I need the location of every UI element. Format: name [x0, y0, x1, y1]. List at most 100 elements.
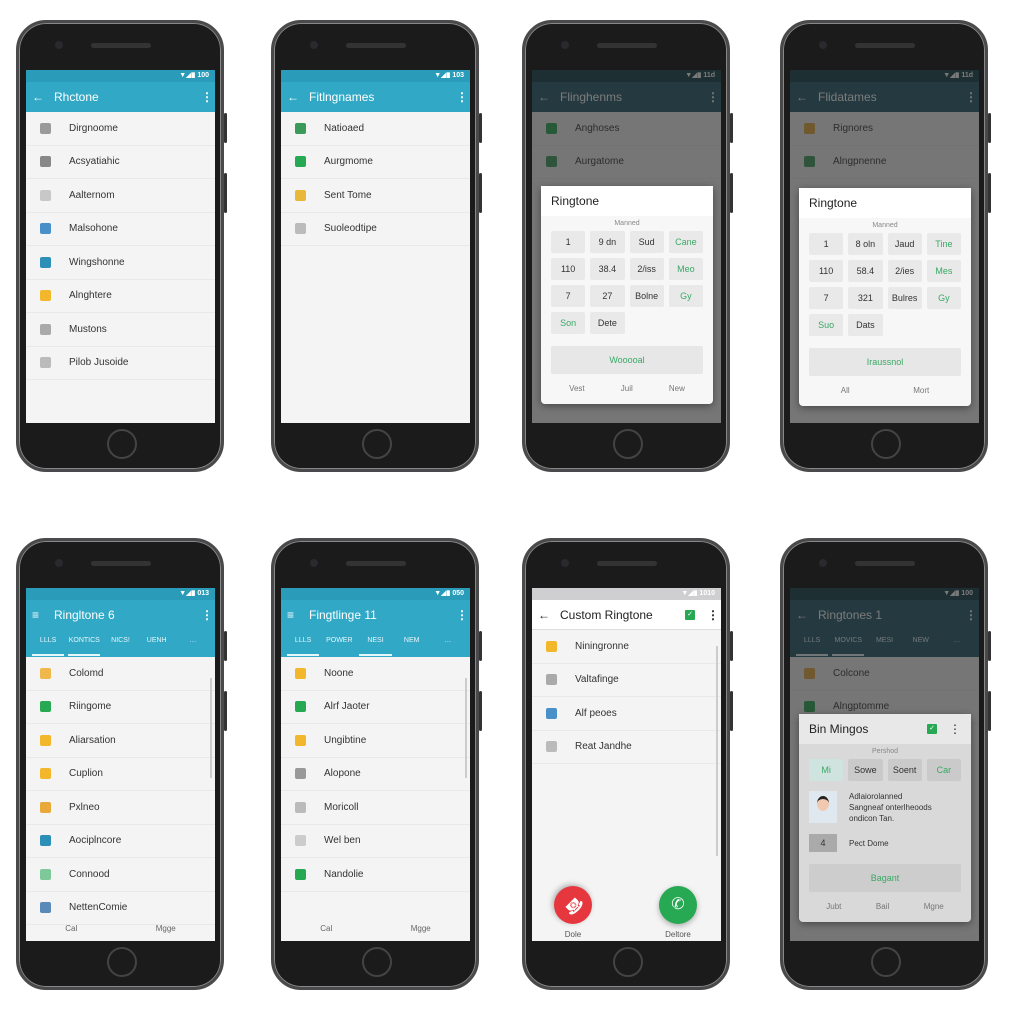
- list-item[interactable]: Niningronne: [532, 630, 721, 664]
- more-options-icon[interactable]: ⋮: [456, 90, 468, 104]
- tab-power[interactable]: POWER: [323, 632, 355, 656]
- home-button[interactable]: [107, 429, 137, 459]
- list-item[interactable]: Cuplion: [26, 758, 215, 791]
- chip[interactable]: Soent: [887, 759, 922, 781]
- option-button[interactable]: 27: [590, 285, 625, 307]
- more-options-icon[interactable]: ⋮: [201, 90, 213, 104]
- tab-kontics[interactable]: KONTICS: [68, 632, 101, 656]
- footer-action[interactable]: Mgge: [156, 924, 176, 933]
- option-button[interactable]: 110: [551, 258, 586, 280]
- back-arrow-icon[interactable]: ←: [287, 90, 305, 104]
- footer-action[interactable]: Cal: [320, 924, 332, 933]
- volume-button[interactable]: [479, 113, 482, 143]
- tab-nics[interactable]: NICS!: [104, 632, 136, 656]
- menu-icon[interactable]: ≡: [287, 608, 305, 622]
- option-button[interactable]: 7: [551, 285, 586, 307]
- tab-nesi[interactable]: NESI: [359, 632, 392, 656]
- list-item[interactable]: Moricoll: [281, 791, 470, 825]
- footer-action[interactable]: Mgge: [411, 924, 431, 933]
- dialog-action[interactable]: Jubt: [826, 892, 841, 922]
- option-button[interactable]: Gy: [668, 285, 703, 307]
- dialog-action[interactable]: Vest: [569, 374, 585, 404]
- power-button[interactable]: [988, 691, 991, 731]
- list-item[interactable]: Colomd: [26, 657, 215, 691]
- option-button[interactable]: Dats: [848, 314, 883, 336]
- option-button[interactable]: 2/iss: [629, 258, 664, 280]
- home-button[interactable]: [871, 947, 901, 977]
- option-button[interactable]: 7: [809, 287, 844, 309]
- volume-button[interactable]: [730, 631, 733, 661]
- back-arrow-icon[interactable]: ←: [32, 90, 50, 104]
- list-item[interactable]: Sent Tome: [281, 179, 470, 213]
- volume-button[interactable]: [479, 631, 482, 661]
- list-item[interactable]: Aurgmome: [281, 146, 470, 179]
- list-item[interactable]: Riingome: [26, 691, 215, 724]
- more-tabs-icon[interactable]: …: [432, 632, 464, 656]
- option-button[interactable]: Tine: [926, 233, 961, 255]
- list-item[interactable]: Alopone: [281, 758, 470, 791]
- option-button[interactable]: 58.4: [848, 260, 883, 282]
- list-item[interactable]: Aociplncore: [26, 825, 215, 858]
- footer-action[interactable]: Cal: [65, 924, 77, 933]
- volume-button[interactable]: [988, 631, 991, 661]
- chip[interactable]: Mi: [809, 759, 844, 781]
- scrollbar[interactable]: [465, 678, 467, 778]
- list-item[interactable]: Connood: [26, 858, 215, 892]
- power-button[interactable]: [730, 691, 733, 731]
- list-item[interactable]: Alnghtere: [26, 280, 215, 313]
- dialog-action[interactable]: Mgne: [924, 892, 944, 922]
- dialog-action[interactable]: Mort: [913, 376, 929, 406]
- dialog-primary-button[interactable]: Bagant: [809, 864, 961, 892]
- option-button[interactable]: 110: [809, 260, 844, 282]
- dialog-action[interactable]: All: [841, 376, 850, 406]
- list-item[interactable]: Wel ben: [281, 825, 470, 858]
- more-tabs-icon[interactable]: …: [177, 632, 209, 656]
- dialog-action[interactable]: Bail: [876, 892, 889, 922]
- list-item[interactable]: Mustons: [26, 313, 215, 347]
- profile-row[interactable]: Adlaiorolanned Sangneaf onterlheoods ondic…: [809, 791, 961, 824]
- home-button[interactable]: [871, 429, 901, 459]
- option-button[interactable]: Bulres: [887, 287, 922, 309]
- power-button[interactable]: [730, 173, 733, 213]
- dialog-action[interactable]: Juil: [621, 374, 633, 404]
- list-item[interactable]: Reat Jandhe: [532, 731, 721, 764]
- option-button[interactable]: Dete: [590, 312, 625, 334]
- list-item[interactable]: Pilob Jusoide: [26, 347, 215, 380]
- list-item[interactable]: Aalternom: [26, 179, 215, 213]
- option-button[interactable]: Cane: [668, 231, 703, 253]
- list-item[interactable]: Ungibtine: [281, 724, 470, 758]
- list-item[interactable]: Natioaed: [281, 112, 470, 146]
- option-button[interactable]: 1: [809, 233, 844, 255]
- power-button[interactable]: [479, 173, 482, 213]
- power-button[interactable]: [988, 173, 991, 213]
- option-button[interactable]: Gy: [926, 287, 961, 309]
- volume-button[interactable]: [224, 113, 227, 143]
- more-options-icon[interactable]: ⋮: [456, 608, 468, 622]
- volume-button[interactable]: [988, 113, 991, 143]
- list-item[interactable]: Dirgnoome: [26, 112, 215, 146]
- option-button[interactable]: 321: [848, 287, 883, 309]
- list-item[interactable]: Malsohone: [26, 213, 215, 246]
- home-button[interactable]: [613, 429, 643, 459]
- chip[interactable]: Car: [926, 759, 961, 781]
- option-button[interactable]: Sud: [629, 231, 664, 253]
- list-item[interactable]: Alrf Jaoter: [281, 691, 470, 724]
- option-button[interactable]: Mes: [926, 260, 961, 282]
- list-item[interactable]: NettenComie: [26, 892, 215, 925]
- chip[interactable]: Sowe: [848, 759, 883, 781]
- tab-nem[interactable]: NEM: [396, 632, 428, 656]
- decline-call-button[interactable]: ☎: [546, 878, 600, 932]
- tab-llls[interactable]: LLLS: [32, 632, 65, 656]
- scrollbar[interactable]: [210, 678, 212, 778]
- option-button[interactable]: Jaud: [887, 233, 922, 255]
- home-button[interactable]: [613, 947, 643, 977]
- power-button[interactable]: [224, 173, 227, 213]
- menu-icon[interactable]: ≡: [32, 608, 50, 622]
- list-item[interactable]: Pxlneo: [26, 791, 215, 825]
- volume-button[interactable]: [224, 631, 227, 661]
- option-button[interactable]: Meo: [668, 258, 703, 280]
- list-item[interactable]: Noone: [281, 657, 470, 691]
- accept-call-button[interactable]: ✆: [659, 886, 697, 924]
- dialog-primary-button[interactable]: Wooooal: [551, 346, 703, 374]
- list-item[interactable]: Alf peoes: [532, 697, 721, 731]
